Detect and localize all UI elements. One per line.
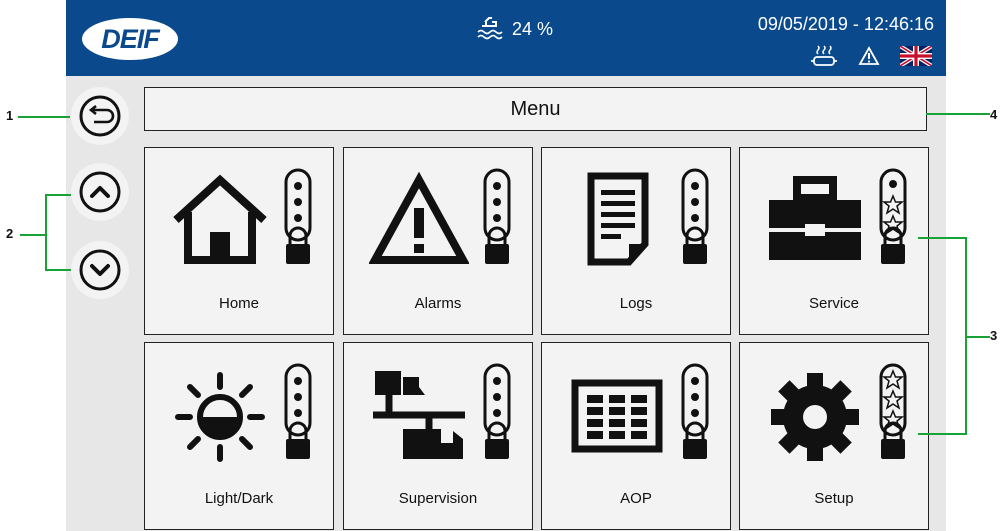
access-lock-icon bbox=[879, 168, 907, 264]
access-lock-icon bbox=[681, 168, 709, 264]
back-button[interactable] bbox=[71, 87, 129, 145]
callout-2-line bbox=[20, 234, 46, 236]
callout-2-top bbox=[45, 194, 71, 196]
tile-alarms[interactable]: Alarms bbox=[343, 147, 533, 335]
tile-home[interactable]: Home bbox=[144, 147, 334, 335]
fuel-level-value: 24 % bbox=[512, 19, 554, 39]
access-lock-icon bbox=[681, 363, 709, 459]
callout-1-line bbox=[18, 116, 70, 118]
fuel-level-icon bbox=[476, 14, 504, 45]
scroll-up-button[interactable] bbox=[71, 163, 129, 221]
home-icon bbox=[173, 174, 267, 264]
callout-2-bottom bbox=[45, 269, 71, 271]
access-lock-icon bbox=[879, 363, 907, 459]
uk-flag-icon[interactable] bbox=[898, 44, 934, 71]
datetime: 09/05/2019 - 12:46:16 bbox=[757, 14, 934, 34]
access-lock-icon bbox=[483, 363, 511, 459]
tile-label: Alarms bbox=[414, 295, 462, 312]
logs-icon bbox=[587, 172, 649, 266]
aop-icon bbox=[571, 379, 663, 453]
tile-logs[interactable]: Logs bbox=[541, 147, 731, 335]
tile-supervision[interactable]: Supervision bbox=[343, 342, 533, 530]
scroll-down-icon bbox=[79, 249, 121, 291]
access-lock-icon bbox=[284, 168, 312, 264]
callout-2: 2 bbox=[6, 226, 14, 241]
callout-3: 3 bbox=[990, 328, 998, 343]
tile-setup[interactable]: Setup bbox=[739, 342, 929, 530]
tile-service[interactable]: Service bbox=[739, 147, 929, 335]
status-icons bbox=[810, 44, 934, 73]
callout-3-bottom bbox=[918, 433, 966, 435]
callout-1: 1 bbox=[6, 108, 14, 123]
back-icon bbox=[79, 95, 121, 137]
fuel-level-indicator: 24 % bbox=[476, 14, 553, 45]
menu-title-bar: Menu bbox=[144, 87, 927, 131]
callout-3-top bbox=[918, 237, 966, 239]
tile-label: Setup bbox=[814, 490, 854, 507]
logo-text: DEIF bbox=[101, 23, 160, 54]
warning-icon[interactable] bbox=[858, 46, 880, 71]
toolbox-icon bbox=[769, 176, 861, 260]
tile-light-dark[interactable]: Light/Dark bbox=[144, 342, 334, 530]
callout-4-line bbox=[926, 113, 990, 115]
top-bar: DEIF 24 % 09/05/2019 - 12:46:16 bbox=[66, 0, 946, 76]
callout-3-bracket bbox=[965, 237, 967, 435]
access-lock-icon bbox=[284, 363, 312, 459]
controller-screen: DEIF 24 % 09/05/2019 - 12:46:16 Menu Hom… bbox=[66, 0, 946, 531]
tile-label: Home bbox=[218, 295, 259, 312]
supervision-icon bbox=[373, 371, 465, 459]
deif-logo: DEIF bbox=[82, 18, 178, 60]
callout-4: 4 bbox=[990, 107, 998, 122]
page-title: Menu bbox=[510, 97, 561, 120]
tile-label: Supervision bbox=[398, 490, 478, 507]
tile-label: Service bbox=[808, 295, 860, 312]
tile-label: Light/Dark bbox=[204, 490, 274, 507]
callout-2-bracket bbox=[45, 194, 47, 270]
scroll-down-button[interactable] bbox=[71, 241, 129, 299]
scroll-up-icon bbox=[79, 171, 121, 213]
light-dark-icon bbox=[175, 372, 265, 462]
tile-label: AOP bbox=[620, 490, 652, 507]
alarm-icon bbox=[369, 172, 469, 264]
access-lock-icon bbox=[483, 168, 511, 264]
tile-label: Logs bbox=[619, 295, 653, 312]
callout-3-line bbox=[966, 336, 990, 338]
tile-aop[interactable]: AOP bbox=[541, 342, 731, 530]
gear-icon bbox=[771, 373, 859, 461]
engine-heater-icon bbox=[810, 44, 838, 73]
